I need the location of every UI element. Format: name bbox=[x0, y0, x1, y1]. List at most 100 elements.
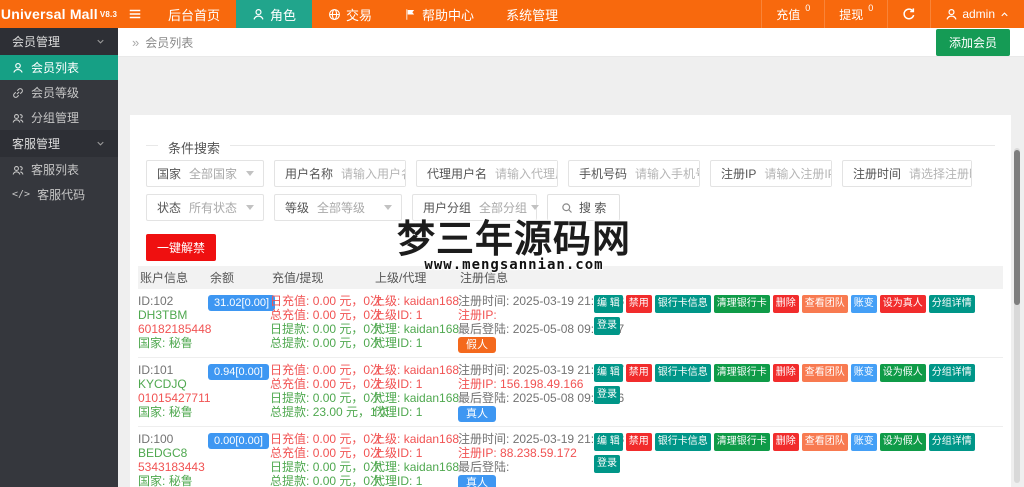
action-button[interactable]: 删除 bbox=[772, 433, 799, 451]
action-button[interactable]: 清理银行卡 bbox=[713, 433, 770, 451]
action-button[interactable]: 设为假人 bbox=[879, 433, 926, 451]
action-button[interactable]: 分组详情 bbox=[928, 295, 975, 313]
day-charge: 0.00 元，0次 bbox=[312, 363, 383, 377]
top-menu-home[interactable]: 后台首页 bbox=[152, 0, 236, 28]
status-select[interactable]: 状态 所有状态 bbox=[146, 194, 264, 221]
action-button[interactable]: 银行卡信息 bbox=[654, 364, 711, 382]
balance-badge[interactable]: 0.00[0.00] bbox=[208, 433, 269, 449]
action-button[interactable]: 删除 bbox=[772, 364, 799, 382]
action-button[interactable]: 禁用 bbox=[625, 295, 652, 313]
action-button[interactable]: 分组详情 bbox=[928, 364, 975, 382]
action-button[interactable]: 编 辑 bbox=[594, 295, 623, 313]
level-select[interactable]: 等级 全部等级 bbox=[274, 194, 402, 221]
member-phone: 5343183443 bbox=[138, 460, 205, 474]
username-field[interactable]: 用户名称 bbox=[274, 160, 406, 187]
action-button[interactable]: 编 辑 bbox=[594, 364, 623, 382]
action-button[interactable]: 登录 bbox=[594, 386, 620, 404]
day-withdraw: 0.00 元，0次 bbox=[312, 322, 383, 336]
breadcrumb-label: 会员列表 bbox=[145, 35, 194, 50]
member-phone: 60182185448 bbox=[138, 322, 212, 336]
register-cell: 注册时间: 2025-03-19 21:45:33 注册IP: 最后登陆: 20… bbox=[458, 294, 625, 353]
total-withdraw: 0.00 元，0次 bbox=[312, 336, 383, 350]
parent-id: 1 bbox=[415, 446, 423, 460]
action-button[interactable]: 账变 bbox=[850, 364, 877, 382]
recharge-button[interactable]: 充值 0 bbox=[761, 0, 824, 28]
action-button[interactable]: 禁用 bbox=[625, 364, 652, 382]
phone-field[interactable]: 手机号码 bbox=[568, 160, 700, 187]
action-button[interactable]: 清理银行卡 bbox=[713, 364, 770, 382]
action-button[interactable]: 登录 bbox=[594, 455, 620, 473]
action-button[interactable]: 查看团队 bbox=[801, 364, 848, 382]
action-button[interactable]: 清理银行卡 bbox=[713, 295, 770, 313]
member-country: 秘鲁 bbox=[168, 474, 193, 487]
sidebar-group-service-mgmt[interactable]: 客服管理 bbox=[0, 130, 118, 157]
agent-id: 1 bbox=[415, 474, 423, 487]
sidebar-group-member-mgmt[interactable]: 会员管理 bbox=[0, 28, 118, 55]
sidebar-item-group-mgmt[interactable]: 分组管理 bbox=[0, 105, 118, 130]
user-dropdown[interactable]: admin bbox=[930, 0, 1024, 28]
table-row: ID:100 BEDGC8 5343183443 国家: 秘鲁 0.00[0.0… bbox=[138, 427, 1003, 487]
action-button[interactable]: 编 辑 bbox=[594, 433, 623, 451]
action-button[interactable]: 设为假人 bbox=[879, 364, 926, 382]
top-menu-trade[interactable]: 交易 bbox=[312, 0, 388, 28]
add-member-button[interactable]: 添加会员 bbox=[935, 28, 1010, 56]
hamburger-menu-icon[interactable] bbox=[118, 0, 152, 28]
register-ip-input[interactable] bbox=[764, 161, 831, 186]
app-version: V8.3 bbox=[99, 9, 118, 19]
chevron-down-icon bbox=[246, 171, 254, 176]
row-actions: 编 辑禁用 银行卡信息 清理银行卡 删除 查看团队 账变 设为真人 分组详情登录 bbox=[594, 294, 1003, 335]
parent-cell: 上级: kaidan168 上级ID: 1 代理: kaidan168 代理ID… bbox=[373, 294, 460, 350]
action-button[interactable]: 查看团队 bbox=[801, 433, 848, 451]
action-button[interactable]: 银行卡信息 bbox=[654, 433, 711, 451]
chevron-down-icon bbox=[97, 141, 104, 146]
phone-input[interactable] bbox=[635, 161, 699, 186]
day-charge: 0.00 元，0次 bbox=[312, 294, 383, 308]
sidebar-item-service-code[interactable]: </> 客服代码 bbox=[0, 182, 118, 207]
search-button[interactable]: 搜 索 bbox=[547, 194, 621, 221]
agent-username-field[interactable]: 代理用户名 bbox=[416, 160, 558, 187]
sidebar-item-member-level[interactable]: 会员等级 bbox=[0, 80, 118, 105]
action-button[interactable]: 账变 bbox=[850, 433, 877, 451]
balance-cell: 31.02[0.00] bbox=[208, 294, 276, 311]
search-fieldset: 条件搜索 国家 全部国家 用户名称 代理用户名 手机号码 bbox=[146, 138, 995, 221]
top-menu-system[interactable]: 系统管理 bbox=[490, 0, 574, 28]
country-select[interactable]: 国家 全部国家 bbox=[146, 160, 264, 187]
action-button[interactable]: 设为真人 bbox=[879, 295, 926, 313]
member-id: ID:100 bbox=[138, 432, 174, 446]
scrollbar-thumb[interactable] bbox=[1014, 150, 1020, 305]
balance-badge[interactable]: 31.02[0.00] bbox=[208, 295, 276, 311]
user-group-select[interactable]: 用户分组 全部分组 bbox=[412, 194, 540, 221]
refresh-button[interactable] bbox=[887, 0, 930, 28]
action-button[interactable]: 登录 bbox=[594, 317, 620, 335]
action-button[interactable]: 银行卡信息 bbox=[654, 295, 711, 313]
user-icon bbox=[253, 8, 264, 20]
action-button[interactable]: 账变 bbox=[850, 295, 877, 313]
sidebar-item-member-list[interactable]: 会员列表 bbox=[0, 55, 118, 80]
member-id: ID:101 bbox=[138, 363, 174, 377]
action-button[interactable]: 分组详情 bbox=[928, 433, 975, 451]
sidebar: 会员管理 会员列表 会员等级 分组管理 客服管理 客服列表 </> 客服代码 bbox=[0, 28, 118, 487]
action-button[interactable]: 查看团队 bbox=[801, 295, 848, 313]
member-username[interactable]: BEDGC8 bbox=[138, 446, 208, 460]
users-icon bbox=[12, 165, 24, 175]
top-menu-role[interactable]: 角色 bbox=[236, 0, 313, 28]
top-menu-help[interactable]: 帮助中心 bbox=[388, 0, 490, 28]
charge-cell: 日充值: 0.00 元，0次 总充值: 0.00 元，0次 日提款: 0.00 … bbox=[270, 363, 389, 419]
person-badge: 真人 bbox=[458, 475, 496, 487]
balance-badge[interactable]: 0.94[0.00] bbox=[208, 364, 269, 380]
username-input[interactable] bbox=[341, 161, 405, 186]
action-button[interactable]: 禁用 bbox=[625, 433, 652, 451]
withdraw-button[interactable]: 提现 0 bbox=[824, 0, 887, 28]
register-time-field[interactable]: 注册时间 bbox=[842, 160, 972, 187]
unban-all-button[interactable]: 一键解禁 bbox=[146, 234, 217, 261]
register-ip-field[interactable]: 注册IP bbox=[710, 160, 832, 187]
register-time-input[interactable] bbox=[909, 161, 971, 186]
agent-username-input[interactable] bbox=[495, 161, 557, 186]
parent-name: kaidan168 bbox=[403, 363, 460, 377]
member-username[interactable]: KYCDJQ bbox=[138, 377, 208, 391]
action-button[interactable]: 删除 bbox=[772, 295, 799, 313]
member-table: 账户信息 余额 充值/提现 上级/代理 注册信息 ID:102 DH3TBM 6… bbox=[138, 266, 1003, 487]
member-country: 秘鲁 bbox=[168, 405, 193, 419]
member-username[interactable]: DH3TBM bbox=[138, 308, 208, 322]
sidebar-item-service-list[interactable]: 客服列表 bbox=[0, 157, 118, 182]
